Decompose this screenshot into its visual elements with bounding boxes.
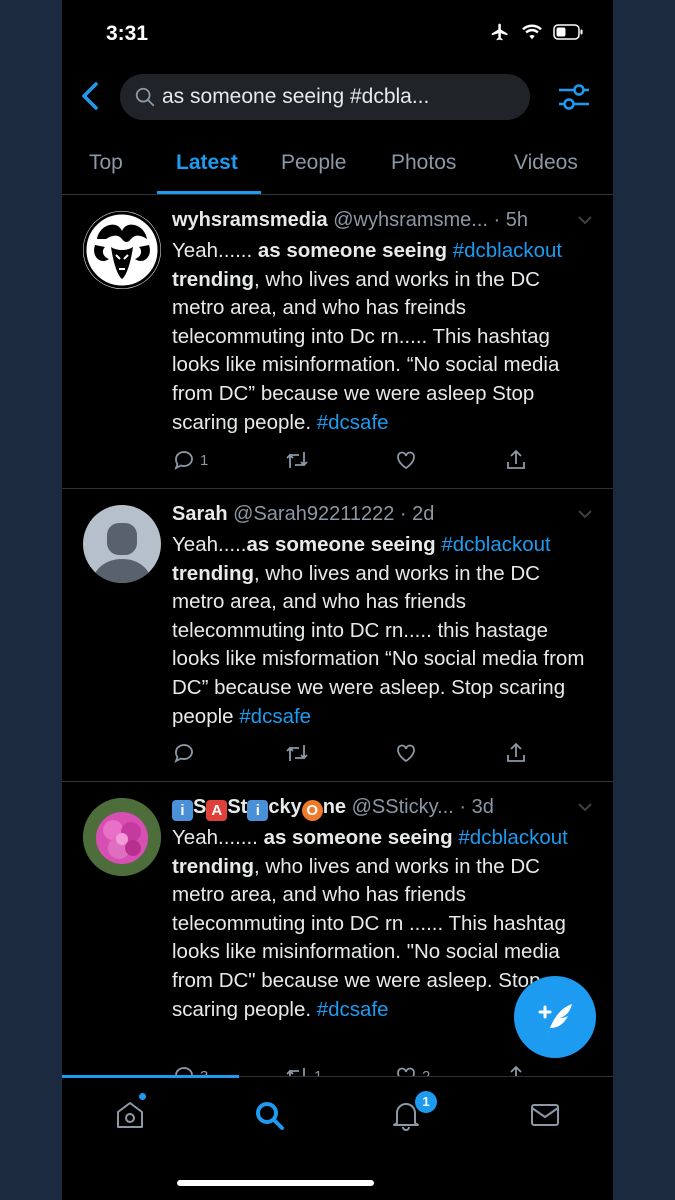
tweet-time: · 3d: [459, 796, 494, 818]
notifications-badge: 1: [415, 1091, 437, 1113]
reply-button[interactable]: [172, 741, 196, 765]
status-bar: 3:31: [62, 0, 613, 66]
tweet-time: · 5h: [493, 209, 528, 231]
name-text: cky: [268, 796, 302, 818]
tab-people[interactable]: People: [281, 151, 346, 175]
name-text: ne: [322, 796, 347, 818]
hashtag-link[interactable]: #dcblackout: [458, 826, 567, 849]
reply-icon: [174, 744, 193, 763]
status-icons: [489, 22, 583, 42]
share-button[interactable]: [504, 741, 528, 765]
avatar[interactable]: [83, 211, 161, 289]
hashtag-link[interactable]: #dcsafe: [239, 705, 311, 728]
tweet-header: Sarah @Sarah92211222 · 2d: [172, 503, 572, 526]
tweet-actions: 1: [172, 448, 583, 478]
tweet-text-segment: as someone seeing: [263, 826, 453, 849]
home-icon[interactable]: [114, 1099, 146, 1131]
tweet[interactable]: Sarah @Sarah92211222 · 2d Yeah.....as so…: [62, 489, 613, 782]
chevron-down-icon[interactable]: [577, 802, 593, 812]
search-tabs: Top Latest People Photos Videos: [62, 136, 613, 195]
hashtag-link[interactable]: #dcsafe: [317, 411, 389, 434]
compose-button[interactable]: [514, 976, 596, 1058]
tweet-text: Yeah...... as someone seeing #dcblackout…: [172, 237, 592, 437]
phone-screen: 3:31 as someone seeing #dcbla... Top Lat…: [62, 0, 613, 1200]
tweet-time: · 2d: [399, 503, 435, 525]
tweet-text-segment: , who lives and works in the DC metro ar…: [172, 854, 566, 1021]
flower-avatar-image: [83, 798, 161, 876]
tweet-text-segment: Yeah.......: [172, 826, 264, 849]
mail-icon[interactable]: [529, 1099, 561, 1131]
like-icon: [397, 451, 415, 470]
tab-photos[interactable]: Photos: [391, 151, 456, 175]
search-query: as someone seeing #dcbla...: [162, 85, 430, 108]
tweet-text-segment: trending: [172, 267, 254, 291]
tab-latest[interactable]: Latest: [176, 151, 238, 175]
tweet-text-segment: as someone seeing: [257, 239, 448, 262]
avatar[interactable]: [83, 505, 161, 583]
battery-icon: [553, 24, 583, 40]
like-button[interactable]: [394, 741, 418, 765]
chevron-down-icon[interactable]: [577, 215, 593, 225]
tweet-text: Yeah.....as someone seeing #dcblackout t…: [172, 531, 592, 731]
retweet-button[interactable]: [284, 741, 310, 765]
airplane-icon: [491, 23, 508, 41]
emoji-letter-box: O: [301, 800, 323, 821]
user-handle: @wyhsramsme...: [333, 209, 488, 231]
hashtag-link[interactable]: #dcblackout: [441, 533, 550, 556]
emoji-letter-box: i: [247, 800, 269, 821]
like-button[interactable]: [394, 448, 418, 472]
tab-videos[interactable]: Videos: [514, 151, 578, 175]
share-icon: [507, 449, 525, 469]
display-name[interactable]: i S A St i cky One: [172, 796, 347, 821]
reply-count: 1: [200, 451, 209, 469]
retweet-button[interactable]: [284, 448, 310, 472]
hashtag-link[interactable]: #dcblackout: [453, 239, 562, 262]
reply-button[interactable]: 1: [172, 448, 208, 472]
search-header: as someone seeing #dcbla...: [62, 66, 613, 128]
filter-icon[interactable]: [557, 80, 591, 114]
tweet-header: i S A St i cky One @SSticky... · 3d: [172, 796, 572, 821]
hashtag-link[interactable]: #dcsafe: [317, 998, 389, 1021]
tweet-text-segment: Yeah......: [172, 239, 258, 262]
compose-icon: [538, 1004, 572, 1034]
tweet-actions: [172, 741, 583, 771]
tweet-text-segment: , who lives and works in the DC metro ar…: [172, 561, 585, 728]
search-icon: [135, 87, 155, 107]
back-icon[interactable]: [78, 80, 102, 112]
retweet-icon: [286, 452, 308, 468]
share-icon: [507, 742, 525, 762]
tweet-text-segment: , who lives and works in the DC metro ar…: [172, 267, 560, 434]
search-tab-icon[interactable]: [253, 1099, 287, 1133]
like-icon: [397, 744, 415, 763]
tweet[interactable]: wyhsramsmedia @wyhsramsme... · 5h Yeah..…: [62, 195, 613, 489]
tweet-text-segment: trending: [172, 854, 254, 878]
retweet-icon: [286, 745, 308, 761]
active-tab-indicator: [157, 191, 261, 194]
wifi-icon: [522, 24, 542, 40]
default-avatar-image: [91, 523, 153, 583]
name-text: S: [193, 796, 207, 818]
user-handle: @Sarah92211222: [233, 503, 395, 525]
display-name[interactable]: wyhsramsmedia: [172, 209, 328, 231]
new-tweets-dot: [139, 1093, 146, 1100]
emoji-letter-box: i: [172, 800, 193, 821]
share-button[interactable]: [504, 448, 528, 472]
home-indicator: [177, 1180, 374, 1186]
ram-logo-image: [83, 211, 161, 289]
status-time: 3:31: [106, 22, 149, 45]
tab-top[interactable]: Top: [89, 151, 123, 175]
reply-icon: [174, 451, 193, 470]
avatar[interactable]: [83, 798, 161, 876]
tweet-text-segment: trending: [172, 561, 254, 585]
user-handle: @SSticky...: [351, 796, 454, 818]
tweet-header: wyhsramsmedia @wyhsramsme... · 5h: [172, 209, 572, 232]
chevron-down-icon[interactable]: [577, 509, 593, 519]
scroll-progress-bar: [62, 1075, 239, 1078]
tweet-text-segment: as someone seeing: [246, 533, 436, 556]
search-input[interactable]: as someone seeing #dcbla...: [120, 74, 530, 120]
emoji-letter-box: A: [206, 800, 228, 821]
tweet-text-segment: Yeah.....: [172, 533, 247, 556]
display-name[interactable]: Sarah: [172, 503, 228, 525]
name-text: St: [227, 796, 248, 818]
